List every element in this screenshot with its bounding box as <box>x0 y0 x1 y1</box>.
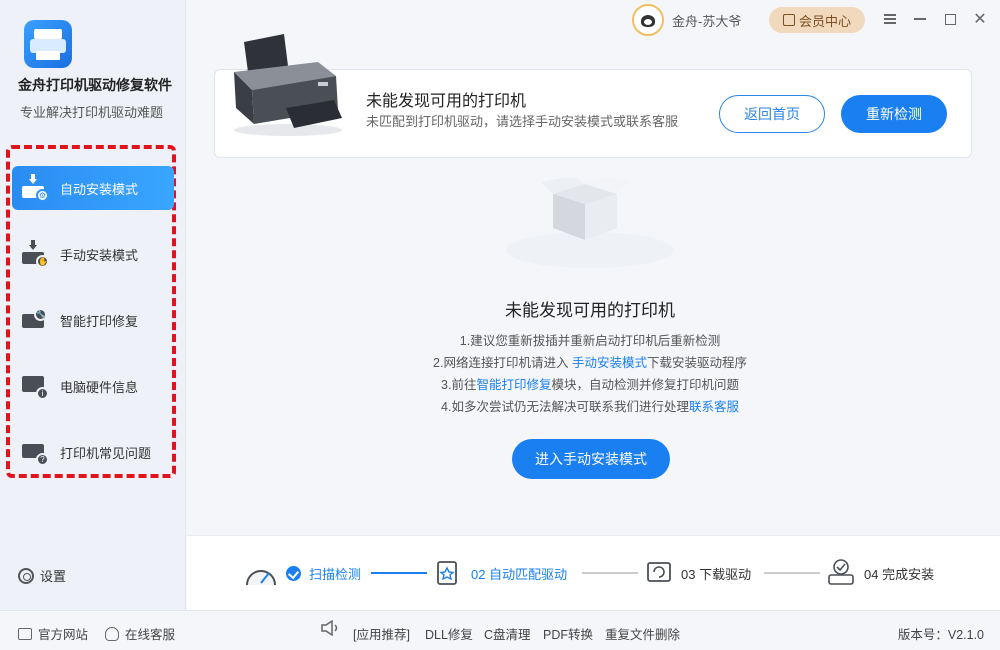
duplicate-file-delete-link[interactable]: 重复文件删除 <box>605 624 680 643</box>
tip-4: 4.如多次尝试仍无法解决可联系我们进行处理联系客服 <box>390 396 790 418</box>
sidebar-item-auto-install[interactable]: ⚙ 自动安装模式 <box>12 166 174 210</box>
auto-install-icon: ⚙ <box>20 174 50 202</box>
maximize-icon[interactable] <box>940 9 960 29</box>
headset-icon <box>105 626 119 641</box>
tip-1: 1.建议您重新拔插并重新启动打印机后重新检测 <box>459 334 721 348</box>
step-connector <box>371 572 427 574</box>
faq-icon: ? <box>20 438 50 466</box>
banner-title: 未能发现可用的打印机 <box>366 93 527 110</box>
step-connector <box>582 572 638 574</box>
recheck-button[interactable]: 重新检测 <box>841 95 947 133</box>
download-driver-icon <box>647 562 671 582</box>
step-download-driver: 03 下载驱动 <box>681 564 751 583</box>
tip-2-text-end: 下载安装驱动程序 <box>646 356 747 370</box>
tip-2: 2.网络连接打印机请进入 手动安装模式下载安装驱动程序 <box>390 352 790 374</box>
member-center-button[interactable]: 会员中心 <box>769 7 865 33</box>
smart-repair-link[interactable]: 智能打印修复 <box>476 378 551 392</box>
avatar[interactable] <box>632 4 664 36</box>
step-install-complete: 04 完成安装 <box>864 564 934 583</box>
step-connector <box>764 572 820 574</box>
sidebar-item-faq[interactable]: ? 打印机常见问题 <box>12 430 174 474</box>
tip-4-text: 4.如多次尝试仍无法解决可联系我们进行处理 <box>441 400 689 414</box>
gear-icon <box>18 567 34 584</box>
user-name[interactable]: 金舟-苏大爷 <box>672 11 741 30</box>
step-label: 扫描检测 <box>309 567 362 582</box>
step-label: 04 完成安装 <box>864 567 935 582</box>
manual-install-icon: ✋ <box>20 240 50 268</box>
version-label: 版本号：V2.1.0 <box>897 628 984 642</box>
thumb-up-icon <box>782 14 795 26</box>
check-icon <box>286 566 301 581</box>
empty-box-icon <box>506 178 674 268</box>
app-subtitle: 专业解决打印机驱动难题 <box>20 105 164 120</box>
tip-3-text: 3.前往 <box>441 378 477 392</box>
tips-list: 1.建议您重新拔插并重新启动打印机后重新检测 2.网络连接打印机请进入 手动安装… <box>390 330 790 418</box>
hardware-info-icon: i <box>20 372 50 400</box>
banner-description: 未匹配到打印机驱动，请选择手动安装模式或联系客服 <box>366 114 679 129</box>
sidebar-item-label: 智能打印修复 <box>60 313 139 329</box>
step-label: 03 下载驱动 <box>681 567 752 582</box>
match-driver-icon <box>437 561 457 585</box>
sidebar-item-smart-repair[interactable]: 🔧 智能打印修复 <box>12 298 174 342</box>
sidebar: 金舟打印机驱动修复软件 专业解决打印机驱动难题 ⚙ 自动安装模式 ✋ 手动安装模… <box>0 0 186 610</box>
step-match-driver: 02 自动匹配驱动 <box>471 564 567 583</box>
minimize-icon[interactable] <box>910 9 930 29</box>
c-drive-clean-link[interactable]: C盘清理 <box>484 624 531 643</box>
tip-2-text: 2.网络连接打印机请进入 <box>433 356 572 370</box>
scan-gauge-icon <box>246 570 276 585</box>
enter-manual-install-button[interactable]: 进入手动安装模式 <box>512 439 670 479</box>
recommend-label: [应用推荐] <box>353 628 410 642</box>
sidebar-item-label: 打印机常见问题 <box>60 445 152 461</box>
install-complete-icon <box>828 559 854 585</box>
footer: 官方网站 在线客服 [应用推荐] DLL修复 C盘清理 PDF转换 重复文件删除… <box>0 610 1000 650</box>
sidebar-item-label: 自动安装模式 <box>60 181 139 197</box>
speaker-icon <box>321 620 338 636</box>
online-service-label: 在线客服 <box>125 628 176 642</box>
app-logo-icon <box>24 20 72 68</box>
printer-illustration-icon <box>234 34 342 136</box>
dll-repair-link[interactable]: DLL修复 <box>425 624 473 643</box>
back-home-button[interactable]: 返回首页 <box>719 95 825 133</box>
close-icon[interactable]: ✕ <box>970 9 990 29</box>
empty-title: 未能发现可用的打印机 <box>505 301 675 320</box>
member-center-label: 会员中心 <box>798 13 851 29</box>
monitor-icon <box>18 627 32 640</box>
menu-icon[interactable] <box>880 9 900 29</box>
settings-label: 设置 <box>40 569 67 584</box>
official-site-link[interactable]: 官方网站 <box>18 624 88 643</box>
step-label: 02 自动匹配驱动 <box>471 567 568 582</box>
official-site-label: 官方网站 <box>38 628 89 642</box>
settings-button[interactable]: 设置 <box>18 566 66 585</box>
app-title: 金舟打印机驱动修复软件 <box>18 77 172 93</box>
sidebar-item-label: 电脑硬件信息 <box>60 379 139 395</box>
online-service-link[interactable]: 在线客服 <box>105 624 175 643</box>
sidebar-item-manual-install[interactable]: ✋ 手动安装模式 <box>12 232 174 276</box>
tip-3: 3.前往智能打印修复模块，自动检测并修复打印机问题 <box>390 374 790 396</box>
contact-service-link[interactable]: 联系客服 <box>689 400 739 414</box>
pdf-convert-link[interactable]: PDF转换 <box>543 624 593 643</box>
smart-repair-icon: 🔧 <box>20 306 50 334</box>
tip-3-text-end: 模块，自动检测并修复打印机问题 <box>551 378 739 392</box>
sidebar-item-hardware-info[interactable]: i 电脑硬件信息 <box>12 364 174 408</box>
manual-install-link[interactable]: 手动安装模式 <box>572 356 647 370</box>
step-scan: 扫描检测 <box>286 564 361 583</box>
sidebar-item-label: 手动安装模式 <box>60 247 139 263</box>
